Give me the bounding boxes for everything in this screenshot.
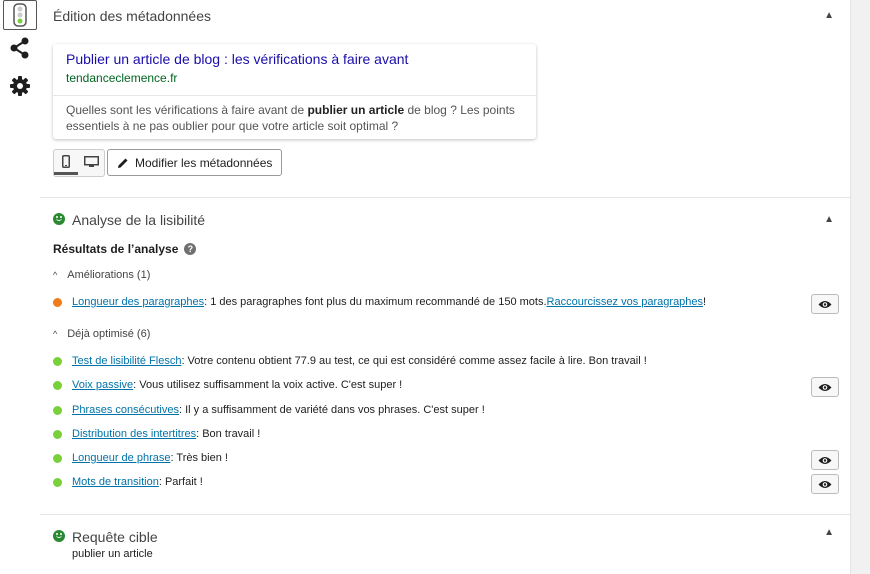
snippet-description: Quelles sont les vérifications à faire a… — [66, 102, 526, 134]
result-link[interactable]: Longueur des paragraphes — [72, 296, 204, 308]
result-link[interactable]: Mots de transition — [72, 476, 159, 488]
snippet-desc-text: Quelles sont les vérifications à faire a… — [66, 103, 308, 117]
keyword-section-title: Requête cible — [72, 529, 158, 545]
metadata-collapse-arrow[interactable]: ▲ — [824, 10, 834, 21]
result-bullet — [53, 356, 62, 366]
improvements-group-toggle[interactable]: ^ Améliorations (1) — [53, 269, 150, 281]
highlight-button[interactable] — [811, 450, 839, 470]
snippet-url: tendanceclemence.fr — [66, 71, 178, 85]
eye-icon — [818, 383, 832, 391]
improvements-label: Améliorations (1) — [67, 269, 151, 281]
result-item-paragraph-length: Longueur des paragraphes : 1 des paragra… — [53, 296, 706, 308]
snippet-title[interactable]: Publier un article de blog : les vérific… — [66, 51, 408, 67]
result-bullet — [53, 405, 62, 415]
result-bullet — [53, 477, 62, 487]
result-text: : Bon travail ! — [196, 428, 261, 440]
result-link[interactable]: Voix passive — [72, 379, 133, 391]
snippet-desc-keyword: publier un article — [307, 103, 405, 117]
highlight-button[interactable] — [811, 294, 839, 314]
highlight-button[interactable] — [811, 474, 839, 494]
desktop-preview-button[interactable] — [79, 150, 103, 174]
readability-section-title: Analyse de la lisibilité — [72, 212, 206, 228]
result-link[interactable]: Distribution des intertitres — [72, 428, 196, 440]
pencil-icon — [118, 158, 128, 168]
edit-metadata-button[interactable]: Modifier les métadonnées — [107, 149, 283, 176]
result-text: : Très bien ! — [170, 452, 228, 464]
gear-icon — [10, 76, 30, 96]
chevron-up-icon: ^ — [53, 329, 58, 339]
result-item-transition-words: Mots de transition : Parfait ! — [53, 476, 203, 488]
snippet-preview[interactable]: Publier un article de blog : les vérific… — [53, 44, 536, 139]
result-text: : Il y a suffisamment de variété dans vo… — [179, 404, 485, 416]
seo-tab[interactable] — [3, 0, 37, 30]
settings-tab[interactable] — [3, 71, 37, 101]
result-text: : Parfait ! — [158, 476, 203, 488]
result-text: : 1 des paragraphes font plus du maximum… — [204, 296, 547, 308]
section-divider — [40, 197, 850, 198]
mobile-preview-button[interactable] — [54, 150, 78, 175]
traffic-light-icon — [13, 3, 27, 27]
edit-metadata-label: Modifier les métadonnées — [135, 155, 273, 170]
optimized-group-toggle[interactable]: ^ Déjà optimisé (6) — [53, 328, 150, 340]
result-link[interactable]: Longueur de phrase — [72, 452, 170, 464]
eye-icon — [818, 480, 832, 488]
device-toggle — [53, 149, 105, 177]
result-bullet — [53, 453, 62, 463]
highlight-button[interactable] — [811, 377, 839, 397]
keyword-score-icon — [53, 530, 65, 542]
share-icon — [10, 37, 29, 59]
result-item-consecutive-sentences: Phrases consécutives : Il y a suffisamme… — [53, 404, 485, 416]
keyword-collapse-arrow[interactable]: ▲ — [824, 527, 834, 538]
readability-score-icon — [53, 213, 65, 225]
result-bullet — [53, 429, 62, 439]
result-item-subheadings: Distribution des intertitres : Bon trava… — [53, 428, 260, 440]
analysis-results-title: Résultats de l’analyse — [53, 242, 179, 256]
social-tab[interactable] — [3, 33, 37, 63]
desktop-icon — [83, 156, 99, 167]
result-bullet — [53, 297, 62, 307]
result-bullet — [53, 380, 62, 390]
snippet-divider — [53, 95, 536, 96]
seo-panel: Édition des métadonnées ▲ Publier un art… — [40, 0, 851, 574]
result-fix-link[interactable]: Raccourcissez vos paragraphes — [547, 296, 704, 308]
result-link[interactable]: Phrases consécutives — [72, 404, 179, 416]
eye-icon — [818, 456, 832, 464]
result-item-passive-voice: Voix passive : Vous utilisez suffisammen… — [53, 379, 402, 391]
result-link[interactable]: Test de lisibilité Flesch — [72, 355, 181, 367]
result-item-flesch: Test de lisibilité Flesch : Votre conten… — [53, 355, 647, 367]
readability-collapse-arrow[interactable]: ▲ — [824, 214, 834, 225]
optimized-label: Déjà optimisé (6) — [67, 328, 151, 340]
metabox-sidebar — [0, 0, 41, 574]
result-item-sentence-length: Longueur de phrase : Très bien ! — [53, 452, 228, 464]
analysis-results-heading: Résultats de l’analyse ? — [53, 242, 197, 256]
help-icon[interactable]: ? — [184, 243, 197, 255]
result-text: : Votre contenu obtient 77.9 au test, ce… — [181, 355, 647, 367]
result-text: : Vous utilisez suffisamment la voix act… — [133, 379, 403, 391]
metadata-section-title: Édition des métadonnées — [53, 8, 211, 24]
keyword-value: publier un article — [72, 548, 153, 560]
eye-icon — [818, 300, 832, 308]
chevron-up-icon: ^ — [53, 270, 58, 280]
mobile-icon — [62, 154, 70, 168]
result-text-end: ! — [703, 296, 707, 308]
section-divider — [40, 514, 850, 515]
